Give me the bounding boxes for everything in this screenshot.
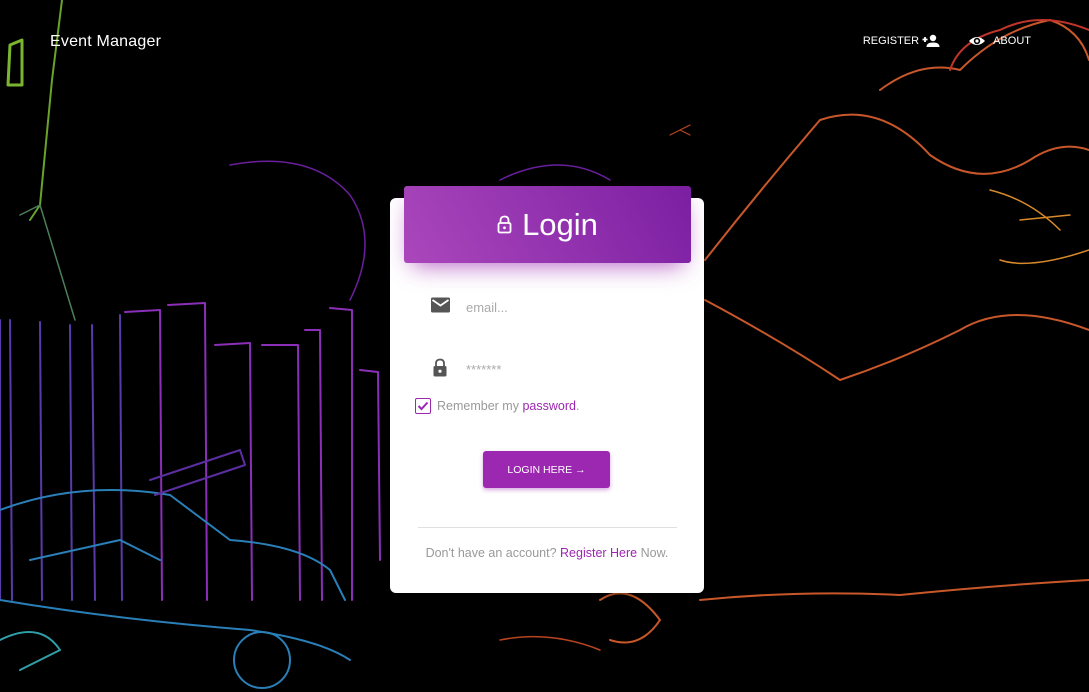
about-nav-link[interactable]: ABOUT [968, 34, 1031, 48]
login-card: Login Remember my password. LOGIN HERE →… [390, 186, 704, 593]
login-card-header: Login [404, 186, 691, 263]
brand-title[interactable]: Event Manager [50, 33, 161, 51]
remember-checkbox[interactable] [415, 398, 431, 414]
person-add-icon [922, 34, 940, 47]
register-nav-label: REGISTER [862, 35, 920, 47]
lock-icon [433, 358, 447, 377]
mail-icon [431, 297, 450, 313]
signup-text-after: Now. [637, 546, 669, 560]
eye-icon [969, 37, 986, 45]
signup-prompt: Don't have an account? Register Here Now… [390, 546, 704, 560]
register-here-link[interactable]: Register Here [560, 546, 637, 560]
email-input[interactable] [466, 294, 670, 320]
login-submit-button[interactable]: LOGIN HERE → [483, 451, 610, 488]
remember-text-after: . [575, 399, 580, 413]
remember-text-before: Remember my [437, 399, 523, 413]
password-input[interactable] [466, 356, 670, 382]
login-title: Login [522, 206, 598, 242]
remember-password-link[interactable]: password [522, 399, 576, 413]
about-nav-label: ABOUT [993, 35, 1031, 47]
remember-label: Remember my password. [437, 399, 579, 413]
top-navbar: Event Manager REGISTER ABOUT [0, 0, 1089, 86]
check-icon [417, 401, 429, 411]
password-field-group [430, 356, 670, 398]
card-divider [418, 527, 677, 528]
nav-links: REGISTER ABOUT [863, 34, 1031, 48]
signup-text-before: Don't have an account? [425, 546, 561, 560]
email-field-group [430, 294, 670, 336]
lock-icon [497, 215, 512, 234]
remember-me: Remember my password. [415, 398, 579, 414]
register-nav-link[interactable]: REGISTER [863, 34, 940, 48]
